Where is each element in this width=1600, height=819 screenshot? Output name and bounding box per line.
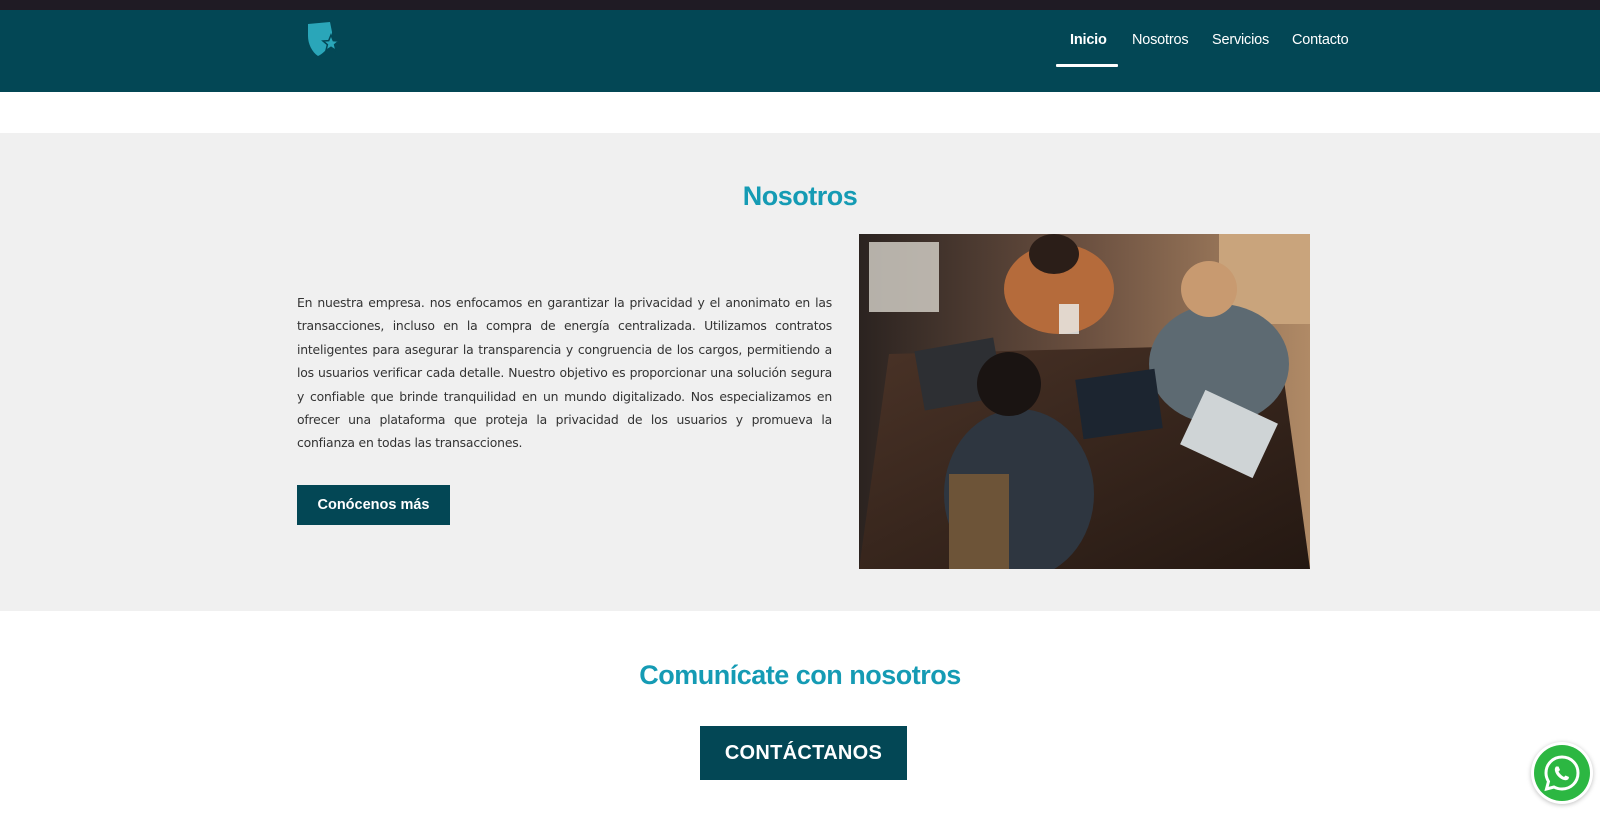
shield-star-icon	[308, 22, 341, 56]
nav-link-servicios[interactable]: Servicios	[1212, 30, 1269, 56]
whatsapp-float-button[interactable]	[1531, 742, 1593, 804]
active-nav-indicator	[1056, 64, 1118, 67]
learn-more-button[interactable]: Conócenos más	[297, 485, 450, 525]
whatsapp-icon	[1544, 755, 1580, 792]
team-photo	[859, 234, 1310, 569]
contact-title: Comunícate con nosotros	[639, 660, 961, 690]
nav-link-nosotros[interactable]: Nosotros	[1132, 30, 1189, 56]
site-logo[interactable]	[304, 18, 344, 58]
about-title: Nosotros	[742, 181, 858, 211]
nav-link-contacto[interactable]: Contacto	[1292, 30, 1349, 56]
contact-us-button[interactable]: CONTÁCTANOS	[700, 726, 907, 780]
about-description: En nuestra empresa. nos enfocamos en gar…	[297, 295, 832, 451]
browser-top-strip	[0, 0, 1600, 10]
nav-link-inicio[interactable]: Inicio	[1070, 30, 1107, 56]
site-navbar: Inicio Nosotros Servicios Contacto	[0, 10, 1600, 92]
about-section: Nosotros En nuestra empresa. nos enfocam…	[0, 133, 1600, 611]
